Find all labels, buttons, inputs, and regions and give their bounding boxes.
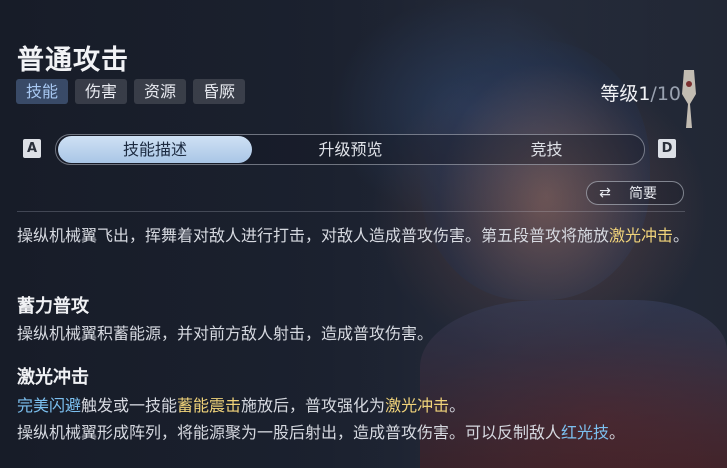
section-laser-strike-line1: 完美闪避触发或一技能蓄能震击施放后，普攻强化为激光冲击。 <box>17 392 465 419</box>
skill-title: 普通攻击 <box>17 45 129 76</box>
line1-text-1: 触发或一技能 <box>81 396 178 415</box>
tag-skill: 技能 <box>16 79 69 104</box>
hair-ornament-icon <box>682 70 696 128</box>
key-hint-right[interactable]: D <box>658 139 676 158</box>
tag-resource: 资源 <box>134 79 187 104</box>
divider <box>17 211 685 212</box>
tab-bar: 技能描述 升级预览 竞技 <box>55 134 645 165</box>
summary-toggle-button[interactable]: ⇄ 简要 <box>586 181 684 205</box>
tab-arena[interactable]: 竞技 <box>449 136 644 163</box>
line1-text-2: 施放后，普攻强化为 <box>241 396 386 415</box>
level-current: 1 <box>638 83 651 105</box>
section-charged-attack-title: 蓄力普攻 <box>17 296 89 317</box>
section-laser-strike-line2: 操纵机械翼形成阵列，将能源聚为一股后射出，造成普攻伤害。可以反制敌人红光技。 <box>17 419 625 446</box>
line2-text-1: 操纵机械翼形成阵列，将能源聚为一股后射出，造成普攻伤害。可以反制敌人 <box>17 423 562 442</box>
intro-text-a: 操纵机械翼飞出，挥舞着对敌人进行打击，对敌人造成普攻伤害。第五段普攻将施放 <box>17 226 610 245</box>
skill-level: 等级1/10 <box>600 79 681 106</box>
line1-text-3: 。 <box>449 396 466 415</box>
level-label: 等级 <box>600 83 639 105</box>
tag-stun: 昏厥 <box>193 79 246 104</box>
keyword-laser-strike: 激光冲击 <box>385 396 450 415</box>
keyword-red-light-skill[interactable]: 红光技 <box>561 423 609 442</box>
line2-text-2: 。 <box>609 423 626 442</box>
key-hint-left[interactable]: A <box>23 139 41 158</box>
tab-skill-description[interactable]: 技能描述 <box>58 136 252 163</box>
summary-toggle-label: 简要 <box>629 186 657 202</box>
keyword-perfect-dodge[interactable]: 完美闪避 <box>17 396 81 415</box>
section-charged-attack-text: 操纵机械翼积蓄能源，并对前方敌人射击，造成普攻伤害。 <box>17 324 434 343</box>
skill-intro-text: 操纵机械翼飞出，挥舞着对敌人进行打击，对敌人造成普攻伤害。第五段普攻将施放激光冲… <box>17 222 707 249</box>
tab-upgrade-preview[interactable]: 升级预览 <box>252 136 449 163</box>
tag-damage: 伤害 <box>75 79 128 104</box>
intro-highlight: 激光冲击 <box>609 226 674 245</box>
intro-text-b: 。 <box>673 226 690 245</box>
keyword-charged-shock: 蓄能震击 <box>177 396 242 415</box>
swap-icon: ⇄ <box>599 185 611 201</box>
skill-tags: 技能 伤害 资源 昏厥 <box>16 79 246 104</box>
level-max: /10 <box>650 83 681 105</box>
section-laser-strike-title: 激光冲击 <box>17 367 89 388</box>
